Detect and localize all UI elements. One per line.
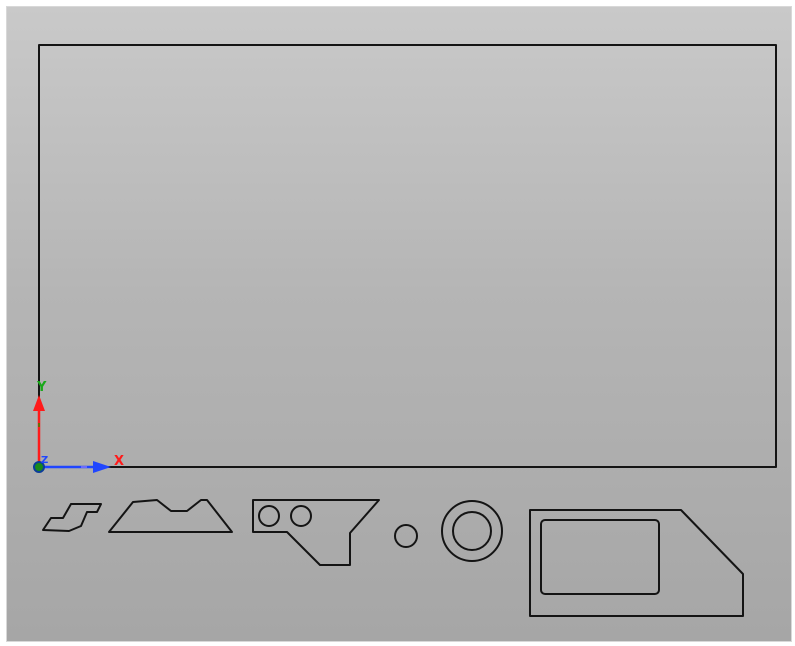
x-arrow-head: [93, 461, 111, 473]
part-plate-with-pocket[interactable]: [529, 509, 744, 617]
z-axis-label: Z: [41, 455, 48, 466]
part-s-bracket[interactable]: [42, 503, 102, 532]
y-axis-label: Y: [36, 380, 47, 395]
part-small-circle[interactable]: [394, 524, 418, 548]
part-washer[interactable]: [441, 500, 503, 562]
x-axis-label: X: [114, 454, 124, 469]
y-arrow-head: [33, 395, 45, 411]
part-trapezoid-notched[interactable]: [108, 499, 233, 533]
sheet-boundary[interactable]: [38, 44, 777, 468]
coordinate-triad: X Y Z: [33, 380, 124, 473]
drawing-canvas[interactable]: X Y Z: [7, 7, 793, 643]
part-plate-with-two-holes[interactable]: [252, 499, 380, 566]
cad-viewport[interactable]: X Y Z: [6, 6, 792, 642]
